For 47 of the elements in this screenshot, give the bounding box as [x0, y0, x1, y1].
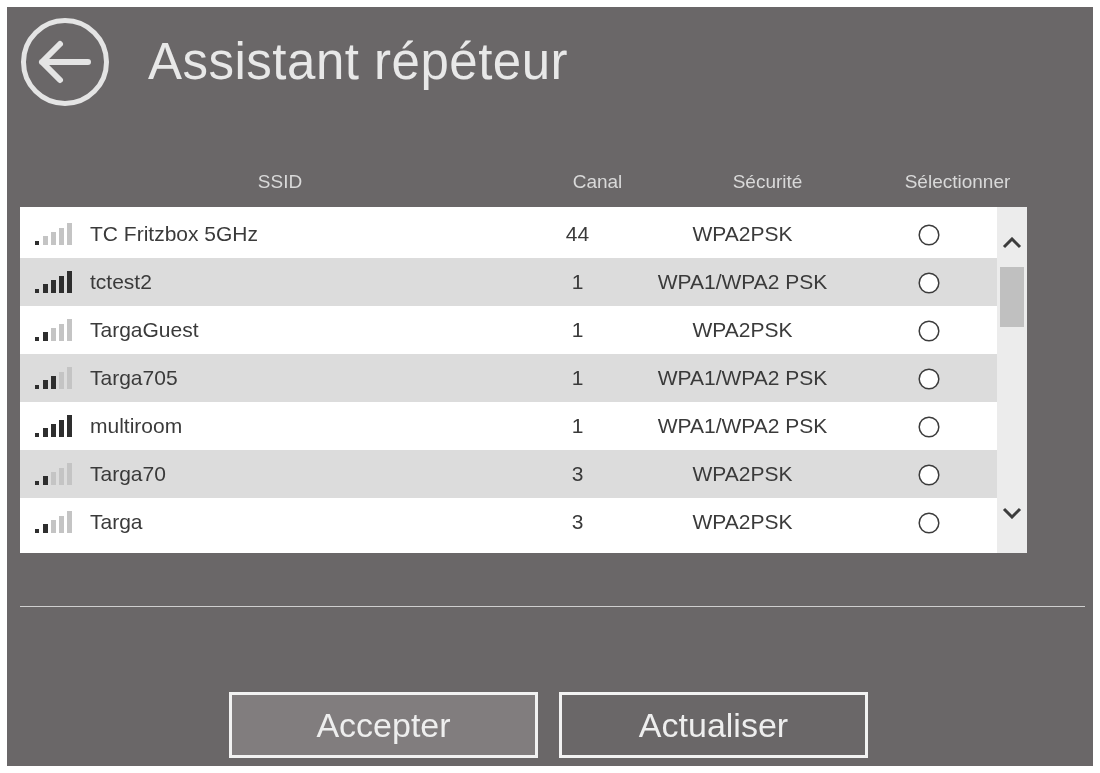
network-row[interactable]: TC Fritzbox 5GHz 44 WPA2PSK	[20, 210, 997, 258]
network-row[interactable]: Targa70 3 WPA2PSK	[20, 450, 997, 498]
security-text: WPA2PSK	[692, 222, 793, 246]
radio-button[interactable]	[917, 463, 940, 486]
security-text: WPA2PSK	[692, 462, 793, 486]
channel-text: 3	[571, 462, 584, 486]
network-row[interactable]: Targa705 1 WPA1/WPA2 PSK	[20, 354, 997, 402]
channel-text: 3	[571, 510, 584, 534]
channel-text: 1	[571, 270, 584, 294]
security-text: WPA1/WPA2 PSK	[657, 270, 828, 294]
radio-button[interactable]	[917, 223, 940, 246]
radio-button[interactable]	[917, 271, 940, 294]
chevron-down-icon[interactable]	[1002, 507, 1022, 519]
security-text: WPA2PSK	[692, 318, 793, 342]
ssid-text: TargaGuest	[90, 318, 199, 342]
column-header: SSID	[257, 171, 303, 192]
security-text: WPA1/WPA2 PSK	[657, 366, 828, 390]
channel-text: 1	[571, 318, 584, 342]
ssid-text: Targa705	[90, 366, 178, 390]
ssid-text: Targa70	[90, 462, 166, 486]
window-title: Assistant répéteur	[148, 33, 569, 91]
chevron-up-icon[interactable]	[1002, 237, 1022, 249]
channel-text: 1	[571, 414, 584, 438]
network-row[interactable]: TargaGuest 1 WPA2PSK	[20, 306, 997, 354]
radio-button[interactable]	[917, 511, 940, 534]
ssid-text: tctest2	[90, 270, 152, 294]
ssid-text: multiroom	[90, 414, 183, 438]
security-text: WPA1/WPA2 PSK	[657, 414, 828, 438]
channel-text: 1	[571, 366, 584, 390]
radio-button[interactable]	[917, 319, 940, 342]
ssid-text: Targa	[90, 510, 143, 534]
ssid-text: TC Fritzbox 5GHz	[90, 222, 259, 246]
dialog-button[interactable]: Actualiser	[559, 692, 868, 758]
network-row[interactable]: tctest2 1 WPA1/WPA2 PSK	[20, 258, 997, 306]
dialog-button[interactable]: Accepter	[229, 692, 538, 758]
channel-text: 44	[565, 222, 590, 246]
network-row[interactable]: multiroom 1 WPA1/WPA2 PSK	[20, 402, 997, 450]
column-header: Sélectionner	[904, 171, 1011, 192]
back-button[interactable]	[20, 17, 110, 107]
column-header: Canal	[572, 171, 623, 192]
radio-button[interactable]	[917, 415, 940, 438]
scrollbar-thumb[interactable]	[1000, 267, 1024, 327]
column-header: Sécurité	[732, 171, 803, 192]
radio-button[interactable]	[917, 367, 940, 390]
scrollbar[interactable]	[997, 207, 1027, 553]
network-row[interactable]: Targa 3 WPA2PSK	[20, 498, 997, 546]
security-text: WPA2PSK	[692, 510, 793, 534]
